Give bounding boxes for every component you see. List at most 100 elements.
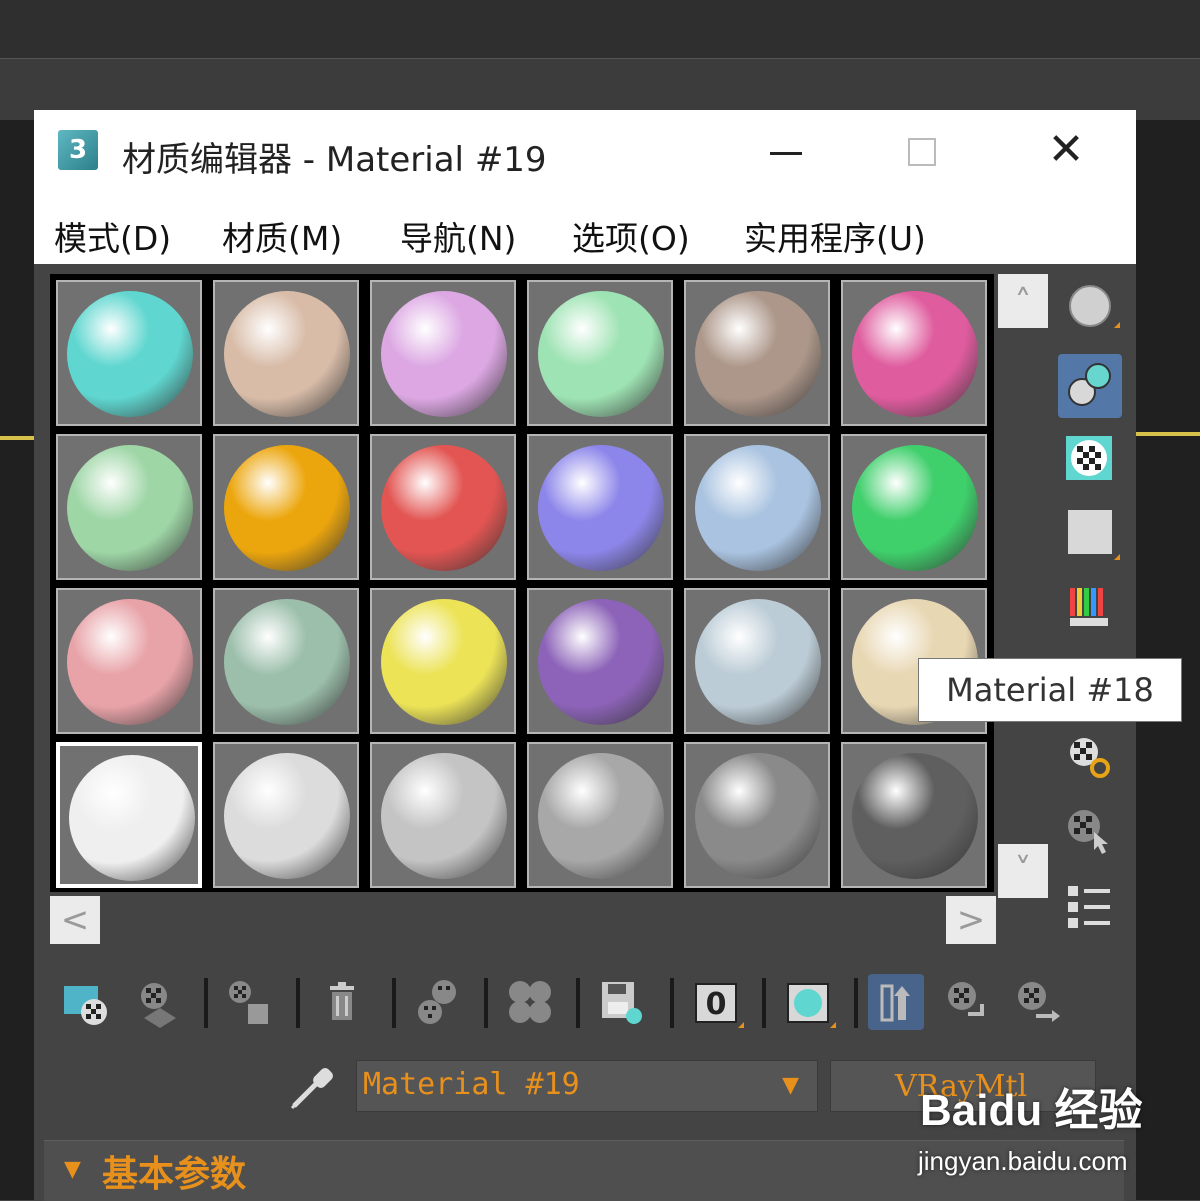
- menu-bar: 模式(D) 材质(M) 导航(N) 选项(O) 实用程序(U): [34, 202, 1136, 264]
- material-sample-slot[interactable]: [370, 588, 516, 734]
- material-sample-slot[interactable]: [56, 742, 202, 888]
- material-preview-sphere: [381, 753, 507, 879]
- material-sample-slot[interactable]: [56, 588, 202, 734]
- put-material-to-scene-icon[interactable]: [130, 974, 186, 1030]
- make-material-copy-icon[interactable]: [410, 974, 466, 1030]
- assign-material-to-selection-icon[interactable]: [222, 974, 278, 1030]
- title-bar[interactable]: 3 材质编辑器 - Material #19 ✕: [34, 110, 1136, 202]
- show-end-result-icon[interactable]: [868, 974, 924, 1030]
- material-preview-sphere: [381, 291, 507, 417]
- menu-utilities[interactable]: 实用程序(U): [744, 212, 926, 260]
- material-editor-window: 3 材质编辑器 - Material #19 ✕ 模式(D) 材质(M) 导航(…: [34, 110, 1182, 1201]
- sample-slot-grid: [50, 274, 994, 892]
- toolbar-separator: [670, 978, 674, 1028]
- material-preview-sphere: [224, 291, 350, 417]
- scroll-up-button[interactable]: ˄: [998, 274, 1048, 328]
- material-preview-sphere: [538, 753, 664, 879]
- material-preview-sphere: [852, 291, 978, 417]
- material-preview-sphere: [538, 445, 664, 571]
- host-viewport-highlight-right: [1136, 432, 1200, 436]
- toolbar-separator: [296, 978, 300, 1028]
- host-viewport-highlight-left: [0, 436, 34, 440]
- go-forward-to-sibling-icon[interactable]: [1008, 974, 1064, 1030]
- toolbar-separator: [576, 978, 580, 1028]
- material-sample-slot[interactable]: [370, 742, 516, 888]
- sample-type-sphere-icon[interactable]: [1058, 276, 1122, 340]
- material-sample-slot[interactable]: [527, 280, 673, 426]
- menu-mode[interactable]: 模式(D): [54, 212, 171, 260]
- material-sample-slot[interactable]: [527, 434, 673, 580]
- material-preview-sphere: [67, 599, 193, 725]
- bottom-toolbar: 0: [58, 970, 1128, 1040]
- material-sample-slot[interactable]: [684, 742, 830, 888]
- material-preview-sphere: [67, 445, 193, 571]
- material-sample-slot[interactable]: [841, 742, 987, 888]
- background-checker-icon[interactable]: [1058, 426, 1122, 490]
- baidu-watermark-url: jingyan.baidu.com: [918, 1146, 1128, 1176]
- slot-tooltip: Material #18: [918, 658, 1182, 722]
- sample-uv-tiling-icon[interactable]: [1058, 500, 1122, 564]
- material-sample-slot[interactable]: [370, 280, 516, 426]
- material-sample-slot[interactable]: [213, 434, 359, 580]
- material-id-channel-icon[interactable]: 0: [688, 974, 744, 1030]
- close-button[interactable]: ✕: [1044, 128, 1088, 174]
- toolbar-separator: [204, 978, 208, 1028]
- scroll-down-button[interactable]: ˅: [998, 844, 1048, 898]
- material-preview-sphere: [695, 599, 821, 725]
- maximize-button[interactable]: [908, 138, 936, 166]
- material-id-value: 0: [706, 987, 727, 1022]
- material-preview-sphere: [695, 753, 821, 879]
- show-shaded-material-icon[interactable]: [780, 974, 836, 1030]
- material-sample-slot[interactable]: [527, 588, 673, 734]
- reset-map-icon[interactable]: [314, 974, 370, 1030]
- select-by-material-icon[interactable]: [1058, 798, 1122, 862]
- 3dsmax-app-icon: 3: [58, 130, 98, 170]
- material-preview-sphere: [538, 599, 664, 725]
- chevron-down-icon[interactable]: ▼: [782, 1073, 799, 1098]
- material-sample-slot[interactable]: [213, 588, 359, 734]
- make-unique-icon[interactable]: [502, 974, 558, 1030]
- material-sample-slot[interactable]: [56, 434, 202, 580]
- toolbar-separator: [762, 978, 766, 1028]
- material-preview-sphere: [224, 445, 350, 571]
- material-name-field[interactable]: Material #19 ▼: [356, 1060, 818, 1112]
- material-sample-slot[interactable]: [841, 280, 987, 426]
- material-preview-sphere: [852, 753, 978, 879]
- baidu-watermark-logo: Baidu 经验: [920, 1086, 1143, 1135]
- material-preview-sphere: [224, 753, 350, 879]
- material-sample-slot[interactable]: [527, 742, 673, 888]
- host-viewport-left: [0, 120, 34, 1200]
- material-name-value: Material #19: [363, 1067, 580, 1102]
- material-sample-slot[interactable]: [684, 434, 830, 580]
- material-preview-sphere: [67, 291, 193, 417]
- minimize-button[interactable]: [770, 152, 802, 155]
- material-map-navigator-icon[interactable]: [1058, 874, 1122, 938]
- toolbar-separator: [392, 978, 396, 1028]
- menu-navigation[interactable]: 导航(N): [400, 212, 516, 260]
- pick-material-eyedropper-icon[interactable]: [284, 1060, 340, 1116]
- material-preview-sphere: [695, 445, 821, 571]
- material-sample-slot[interactable]: [56, 280, 202, 426]
- video-color-check-icon[interactable]: [1058, 576, 1122, 640]
- menu-material[interactable]: 材质(M): [222, 212, 342, 260]
- scroll-left-button[interactable]: <: [50, 896, 100, 944]
- material-preview-sphere: [224, 599, 350, 725]
- put-to-library-icon[interactable]: [594, 974, 650, 1030]
- material-sample-slot[interactable]: [841, 434, 987, 580]
- rollout-collapse-icon[interactable]: ▼: [64, 1157, 81, 1182]
- material-sample-slot[interactable]: [213, 280, 359, 426]
- rollout-title: 基本参数: [102, 1154, 247, 1195]
- material-preview-sphere: [695, 291, 821, 417]
- material-preview-sphere: [69, 755, 195, 881]
- get-material-icon[interactable]: [58, 974, 114, 1030]
- backlight-icon[interactable]: [1058, 354, 1122, 418]
- options-icon[interactable]: [1058, 726, 1122, 790]
- material-preview-sphere: [381, 445, 507, 571]
- material-sample-slot[interactable]: [684, 280, 830, 426]
- menu-options[interactable]: 选项(O): [572, 212, 690, 260]
- scroll-right-button[interactable]: >: [946, 896, 996, 944]
- material-sample-slot[interactable]: [370, 434, 516, 580]
- go-to-parent-icon[interactable]: [938, 974, 994, 1030]
- material-sample-slot[interactable]: [213, 742, 359, 888]
- material-sample-slot[interactable]: [684, 588, 830, 734]
